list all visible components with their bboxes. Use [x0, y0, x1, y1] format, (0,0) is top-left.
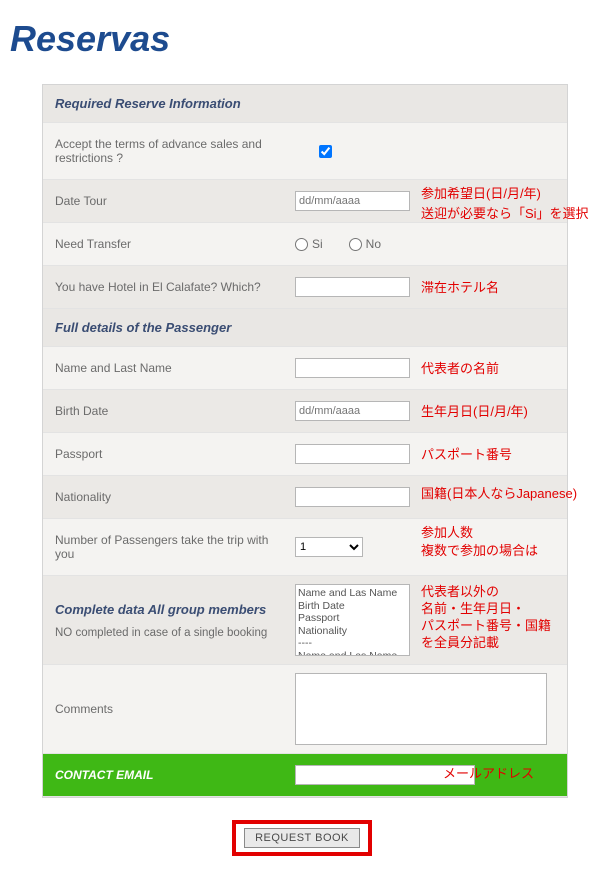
- label-passport: Passport: [43, 433, 295, 475]
- annot-num-pax-1: 参加人数: [421, 525, 473, 542]
- page-title: Reservas: [0, 0, 604, 84]
- label-hotel: You have Hotel in El Calafate? Which?: [43, 266, 295, 308]
- input-hotel[interactable]: [295, 277, 410, 297]
- request-book-button[interactable]: REQUEST BOOK: [244, 828, 360, 848]
- radio-label-no: No: [366, 237, 381, 251]
- annot-group: 代表者以外の 名前・生年月日・ パスポート番号・国籍 を全員分記載: [421, 584, 551, 652]
- textarea-group-members[interactable]: Name and Las Name Birth Date Passport Na…: [295, 584, 410, 656]
- input-date-tour[interactable]: [295, 191, 410, 211]
- textarea-comments[interactable]: [295, 673, 547, 745]
- row-birth-date: Birth Date 生年月日(日/月/年): [43, 390, 567, 433]
- label-comments: Comments: [43, 668, 295, 750]
- section-passenger-details: Full details of the Passenger: [43, 309, 567, 347]
- label-date-tour: Date Tour: [43, 180, 295, 222]
- label-group-sub: NO completed in case of a single booking: [55, 627, 285, 639]
- reservation-form: Required Reserve Information Accept the …: [42, 84, 568, 798]
- annot-email: メールアドレス: [443, 766, 534, 783]
- label-nationality: Nationality: [43, 476, 295, 518]
- label-birth-date: Birth Date: [43, 390, 295, 432]
- submit-area: REQUEST BOOK: [0, 808, 604, 870]
- annot-name: 代表者の名前: [421, 361, 499, 378]
- section-required-info: Required Reserve Information: [43, 85, 567, 123]
- label-num-passengers: Number of Passengers take the trip with …: [43, 519, 295, 575]
- select-num-passengers[interactable]: 1: [295, 537, 363, 557]
- annot-num-pax-2: 複数で参加の場合は: [421, 543, 538, 560]
- checkbox-accept-terms[interactable]: [319, 145, 332, 158]
- row-name: Name and Last Name 代表者の名前: [43, 347, 567, 390]
- radio-transfer-no[interactable]: [349, 238, 362, 251]
- annot-date-tour: 参加希望日(日/月/年): [421, 186, 541, 203]
- row-hotel: You have Hotel in El Calafate? Which? 滞在…: [43, 266, 567, 309]
- annot-passport: パスポート番号: [421, 447, 512, 464]
- radio-transfer-si[interactable]: [295, 238, 308, 251]
- row-nationality: Nationality 国籍(日本人ならJapanese): [43, 476, 567, 519]
- annot-birth-date: 生年月日(日/月/年): [421, 404, 528, 421]
- input-name[interactable]: [295, 358, 410, 378]
- label-need-transfer: Need Transfer: [43, 223, 295, 265]
- label-group-main: Complete data All group members: [55, 602, 266, 617]
- row-contact-email: CONTACT EMAIL メールアドレス: [43, 754, 567, 797]
- annot-hotel: 滞在ホテル名: [421, 280, 499, 297]
- input-birth-date[interactable]: [295, 401, 410, 421]
- input-passport[interactable]: [295, 444, 410, 464]
- submit-highlight-frame: REQUEST BOOK: [232, 820, 372, 856]
- row-comments: Comments: [43, 665, 567, 754]
- row-date-tour: Date Tour 参加希望日(日/月/年) 送迎が必要なら「Si」を選択: [43, 180, 567, 223]
- annot-need-transfer: 送迎が必要なら「Si」を選択: [421, 206, 589, 223]
- row-passport: Passport パスポート番号: [43, 433, 567, 476]
- input-nationality[interactable]: [295, 487, 410, 507]
- row-num-passengers: Number of Passengers take the trip with …: [43, 519, 567, 576]
- label-name: Name and Last Name: [43, 347, 295, 389]
- radio-label-si: Si: [312, 237, 323, 251]
- annot-nationality: 国籍(日本人ならJapanese): [421, 486, 577, 503]
- label-contact-email: CONTACT EMAIL: [43, 754, 295, 796]
- row-need-transfer: Need Transfer Si No: [43, 223, 567, 266]
- label-accept-terms: Accept the terms of advance sales and re…: [43, 123, 295, 179]
- row-group-members: Complete data All group members NO compl…: [43, 576, 567, 665]
- row-accept-terms: Accept the terms of advance sales and re…: [43, 123, 567, 180]
